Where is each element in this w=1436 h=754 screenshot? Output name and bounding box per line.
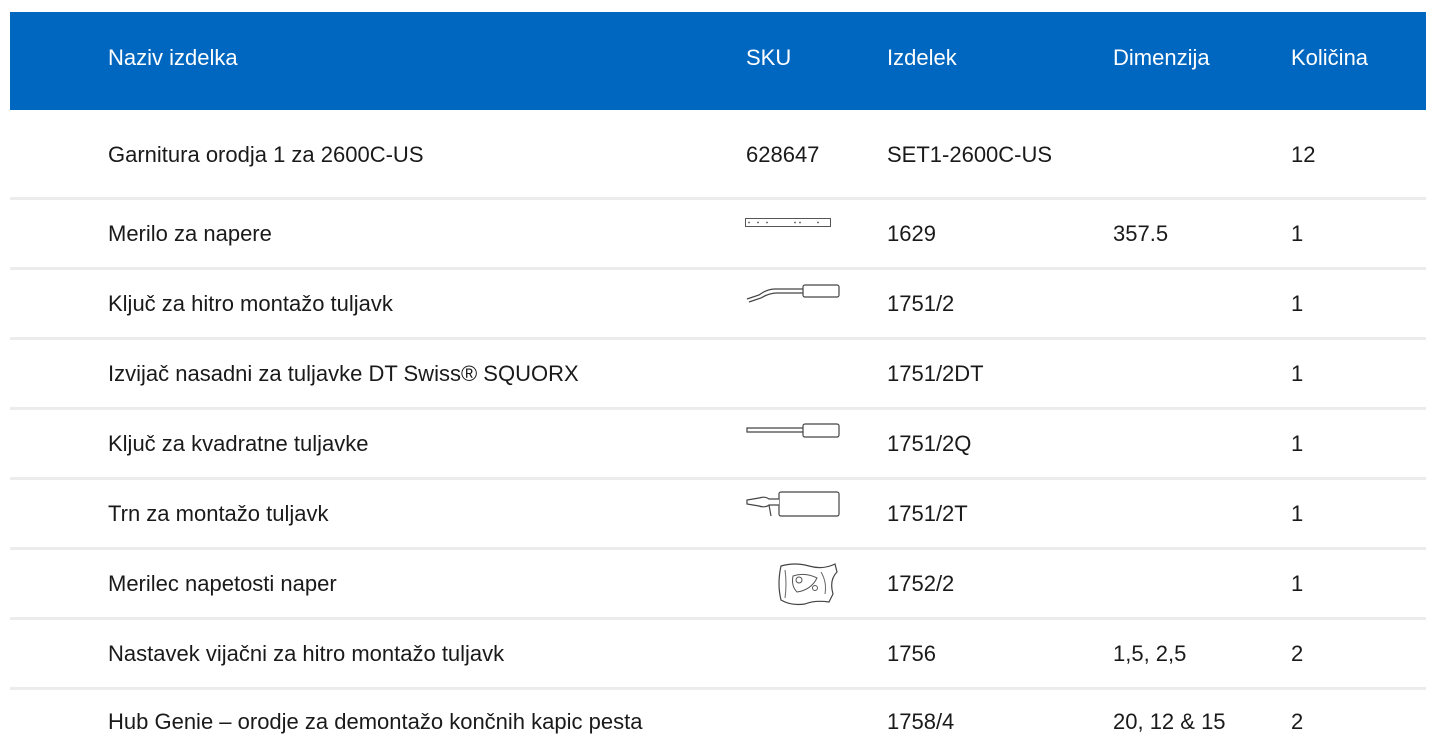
cell-quantity: 1 — [1291, 360, 1304, 386]
table-row: Nastavek vijačni za hitro montažo tuljav… — [10, 620, 1426, 690]
cell-name: Izvijač nasadni za tuljavke DT Swiss® SQ… — [108, 360, 579, 386]
cell-name: Nastavek vijačni za hitro montažo tuljav… — [108, 640, 505, 666]
cell-product: 1756 — [887, 640, 936, 666]
table-header: Naziv izdelka SKU Izdelek Dimenzija Koli… — [10, 12, 1426, 110]
cell-name: Garnitura orodja 1 za 2600C-US — [108, 142, 424, 167]
cell-quantity: 1 — [1291, 290, 1304, 316]
column-header-dimension: Dimenzija — [1113, 45, 1210, 70]
cell-product: SET1-2600C-US — [887, 142, 1053, 167]
cell-name: Ključ za kvadratne tuljavke — [108, 430, 369, 456]
cell-dimension: 357.5 — [1113, 220, 1169, 246]
cell-quantity: 1 — [1291, 500, 1304, 526]
table-row: Izvijač nasadni za tuljavke DT Swiss® SQ… — [10, 340, 1426, 410]
tension-meter-icon — [775, 560, 841, 606]
cell-name: Trn za montažo tuljavk — [108, 500, 329, 526]
cell-dimension: 20, 12 & 15 — [1113, 709, 1226, 734]
cell-name: Merilo za napere — [108, 220, 272, 246]
cell-name: Hub Genie – orodje za demontažo končnih … — [108, 709, 643, 734]
table-row: Ključ za kvadratne tuljavke 1751/2Q 1 — [10, 410, 1426, 480]
cell-dimension: 1,5, 2,5 — [1113, 640, 1187, 666]
cell-name: Merilec napetosti naper — [108, 570, 337, 596]
cell-product: 1751/2T — [887, 500, 968, 526]
cell-product: 1629 — [887, 220, 936, 246]
table-row: Ključ za hitro montažo tuljavk 1751/2 1 — [10, 270, 1426, 340]
cell-name: Ključ za hitro montažo tuljavk — [108, 290, 393, 316]
cell-quantity: 12 — [1291, 142, 1316, 167]
bent-nipple-driver-icon — [745, 282, 841, 304]
cell-quantity: 1 — [1291, 220, 1304, 246]
column-header-product: Izdelek — [887, 45, 957, 70]
table-row: Merilec napetosti naper 1752/2 1 — [10, 550, 1426, 620]
screwdriver-icon — [745, 423, 841, 439]
cell-product: 1751/2 — [887, 290, 955, 316]
product-table: Naziv izdelka SKU Izdelek Dimenzija Koli… — [10, 12, 1426, 754]
table-row: Trn za montažo tuljavk 1751/2T 1 — [10, 480, 1426, 550]
cell-sku: 628647 — [746, 142, 820, 167]
spoke-ruler-icon — [745, 218, 831, 228]
mandrel-tool-icon — [745, 491, 841, 519]
cell-quantity: 2 — [1291, 640, 1304, 666]
table-row: Merilo za napere 1629 357.5 1 — [10, 200, 1426, 270]
cell-product: 1751/2DT — [887, 360, 984, 386]
cell-product: 1758/4 — [887, 709, 955, 734]
table-row: Hub Genie – orodje za demontažo končnih … — [10, 690, 1426, 754]
column-header-quantity: Količina — [1291, 45, 1369, 70]
cell-product: 1752/2 — [887, 570, 955, 596]
column-header-name: Naziv izdelka — [108, 45, 238, 70]
cell-quantity: 2 — [1291, 709, 1304, 734]
cell-quantity: 1 — [1291, 570, 1304, 596]
cell-product: 1751/2Q — [887, 430, 972, 456]
column-header-sku: SKU — [746, 45, 792, 70]
cell-quantity: 1 — [1291, 430, 1304, 456]
table-row: Garnitura orodja 1 za 2600C-US 628647 SE… — [10, 110, 1426, 200]
